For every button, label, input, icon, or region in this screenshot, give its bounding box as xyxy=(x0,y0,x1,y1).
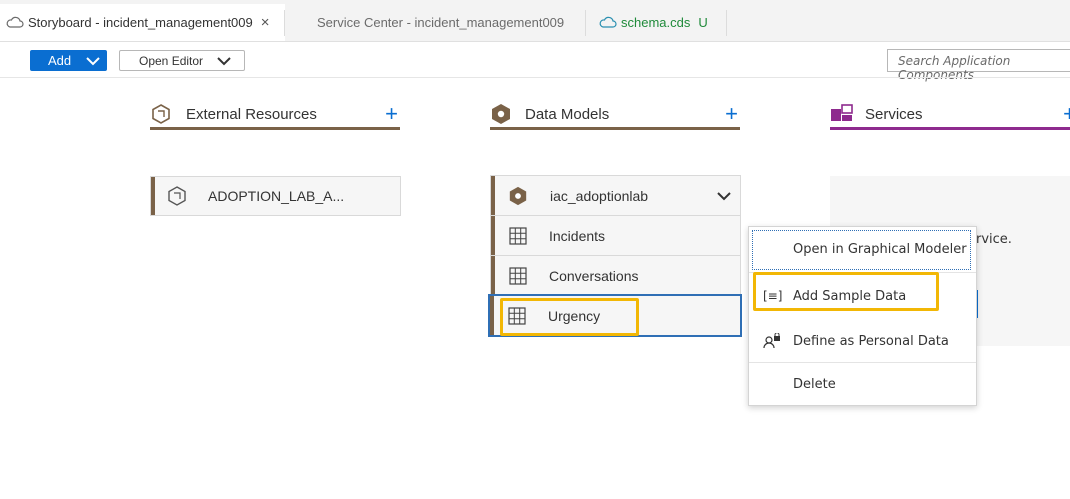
card-accent-bar xyxy=(491,216,495,255)
cloud-icon xyxy=(6,16,24,28)
add-data-model-button[interactable]: + xyxy=(725,101,738,127)
data-model-icon xyxy=(492,104,510,124)
chevron-down-icon xyxy=(217,56,231,65)
column-title: Data Models xyxy=(525,105,610,123)
tab-service-center-label: Service Center - incident_management009 xyxy=(317,15,565,30)
menu-item-label: Delete xyxy=(793,376,836,392)
card-accent-bar xyxy=(151,177,155,215)
editor-tab-bar: Storyboard - incident_management009 × Se… xyxy=(0,0,1070,42)
tab-schema-cds[interactable]: schema.cds U xyxy=(587,4,727,41)
services-empty-hint: rvice. xyxy=(976,232,1012,247)
chevron-down-icon xyxy=(86,56,100,65)
external-resource-icon xyxy=(168,186,186,206)
entity-row-incidents[interactable]: Incidents xyxy=(490,215,741,256)
open-editor-label: Open Editor xyxy=(139,53,204,68)
column-title: External Resources xyxy=(186,105,317,123)
column-header-external-resources: External Resources + xyxy=(150,100,400,128)
tab-storyboard[interactable]: Storyboard - incident_management009 × xyxy=(0,4,285,41)
menu-item-delete[interactable]: Delete xyxy=(749,363,976,405)
context-menu: Open in Graphical Modeler [≡] Add Sample… xyxy=(748,226,977,406)
search-input[interactable]: Search Application Components xyxy=(887,49,1070,82)
add-external-resource-button[interactable]: + xyxy=(385,101,398,127)
data-model-group-header[interactable]: iac_adoptionlab xyxy=(490,175,741,216)
menu-item-open-graphical-modeler[interactable]: Open in Graphical Modeler xyxy=(749,227,976,272)
tab-service-center[interactable]: Service Center - incident_management009 xyxy=(286,4,586,41)
menu-item-define-personal-data[interactable]: Define as Personal Data xyxy=(749,319,976,363)
open-editor-button[interactable]: Open Editor xyxy=(119,50,245,71)
tab-schema-label: schema.cds xyxy=(621,15,691,30)
card-accent-bar xyxy=(491,176,495,215)
add-button[interactable]: Add xyxy=(30,50,107,71)
personal-data-icon xyxy=(763,333,780,349)
toolbar-divider xyxy=(0,77,1070,78)
chevron-down-icon[interactable] xyxy=(716,191,732,201)
column-title: Services xyxy=(865,105,923,123)
entity-label: Conversations xyxy=(549,267,639,284)
card-accent-bar xyxy=(491,256,495,295)
tab-storyboard-label: Storyboard - incident_management009 xyxy=(28,15,253,30)
column-underline xyxy=(150,127,400,130)
external-resource-label: ADOPTION_LAB_A... xyxy=(208,188,345,204)
column-underline xyxy=(830,127,1070,130)
column-header-services: Services + xyxy=(830,100,1070,128)
tab-modified-badge: U xyxy=(698,15,708,30)
menu-item-focus-outline xyxy=(752,230,971,270)
menu-item-label: Define as Personal Data xyxy=(793,333,949,349)
table-icon xyxy=(509,266,527,285)
external-resource-icon xyxy=(152,104,170,124)
service-icon xyxy=(831,104,853,121)
column-header-data-models: Data Models + xyxy=(490,100,740,128)
table-icon xyxy=(509,226,527,245)
entity-row-conversations[interactable]: Conversations xyxy=(490,255,741,296)
data-model-icon xyxy=(509,186,527,205)
column-underline xyxy=(490,127,740,130)
add-sample-data-highlight-box xyxy=(753,272,939,311)
cds-file-icon xyxy=(599,16,617,28)
tab-close-icon[interactable]: × xyxy=(261,14,270,31)
card-accent-bar xyxy=(490,296,494,335)
data-model-label: iac_adoptionlab xyxy=(550,187,649,204)
urgency-highlight-box xyxy=(500,298,639,336)
add-service-button[interactable]: + xyxy=(1063,101,1070,127)
entity-label: Incidents xyxy=(549,227,606,244)
external-resource-card[interactable]: ADOPTION_LAB_A... xyxy=(150,176,401,216)
add-button-label: Add xyxy=(48,53,72,68)
